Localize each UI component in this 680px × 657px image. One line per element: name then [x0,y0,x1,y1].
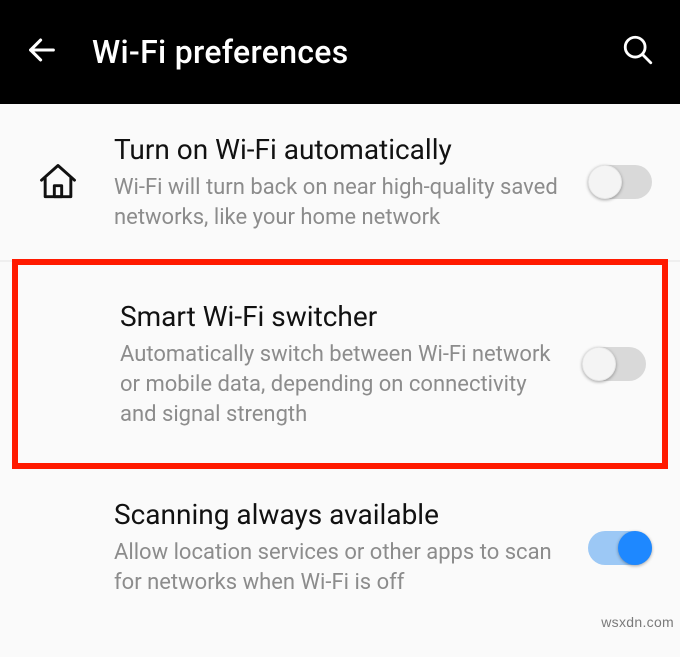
settings-list: Turn on Wi-Fi automatically Wi-Fi will t… [0,104,680,626]
toggle-knob [588,165,622,199]
toggle-smart-switcher[interactable] [582,347,646,381]
setting-smart-switcher[interactable]: Smart Wi-Fi switcher Automatically switc… [18,265,662,463]
watermark: wsxdn.com [601,614,674,630]
setting-title: Smart Wi-Fi switcher [120,299,554,334]
toggle-scanning[interactable] [588,531,652,565]
home-icon [22,160,94,204]
toggle-auto-wifi[interactable] [588,165,652,199]
setting-scanning[interactable]: Scanning always available Allow location… [0,469,680,625]
setting-text: Smart Wi-Fi switcher Automatically switc… [120,299,562,429]
setting-subtitle: Wi-Fi will turn back on near high-qualit… [114,173,560,232]
setting-subtitle: Automatically switch between Wi-Fi netwo… [120,340,554,429]
search-icon [621,33,655,71]
setting-title: Scanning always available [114,497,560,532]
setting-auto-wifi[interactable]: Turn on Wi-Fi automatically Wi-Fi will t… [0,104,680,262]
toggle-knob [618,531,652,565]
setting-subtitle: Allow location services or other apps to… [114,538,560,597]
settings-screen: Wi-Fi preferences Turn on Wi-Fi automati… [0,0,680,657]
back-button[interactable] [22,32,62,72]
setting-title: Turn on Wi-Fi automatically [114,132,560,167]
search-button[interactable] [618,32,658,72]
app-bar: Wi-Fi preferences [0,0,680,104]
setting-text: Turn on Wi-Fi automatically Wi-Fi will t… [114,132,568,232]
highlight-callout: Smart Wi-Fi switcher Automatically switc… [12,259,668,469]
arrow-left-icon [25,33,59,71]
setting-text: Scanning always available Allow location… [114,497,568,597]
page-title: Wi-Fi preferences [92,33,588,71]
